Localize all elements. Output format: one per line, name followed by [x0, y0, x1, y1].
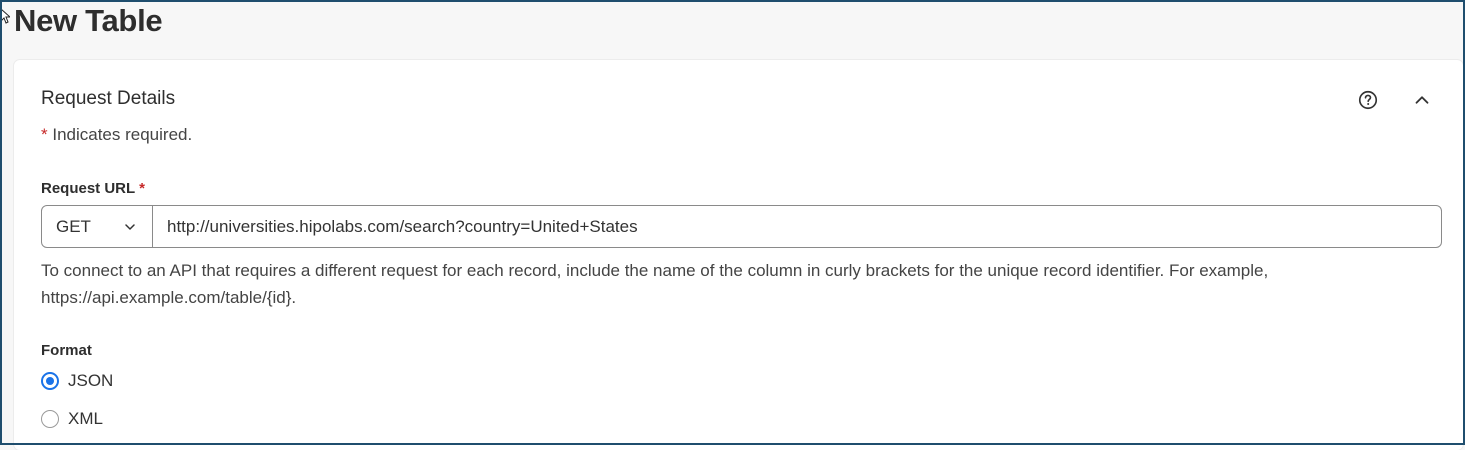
radio-selected-icon[interactable]: [41, 372, 59, 390]
request-url-required-star: *: [139, 180, 145, 197]
request-url-group: GET: [41, 205, 1442, 248]
page-title: New Table: [14, 3, 163, 38]
mouse-cursor-icon: [0, 8, 10, 24]
request-url-hint: To connect to an API that requires a dif…: [41, 261, 1269, 307]
format-option-label: XML: [68, 409, 103, 428]
format-label: Format: [41, 342, 92, 359]
request-details-card: Request Details * Indicates required. Re…: [14, 60, 1463, 450]
http-method-select[interactable]: GET: [42, 206, 153, 247]
help-circle-icon[interactable]: [1357, 89, 1379, 111]
format-option-label: JSON: [68, 371, 114, 390]
request-url-label: Request URL *: [41, 180, 145, 197]
format-option-json[interactable]: JSON: [41, 371, 113, 391]
section-title: Request Details: [41, 88, 176, 109]
format-option-xml[interactable]: XML: [41, 409, 103, 429]
radio-unselected-icon[interactable]: [41, 410, 59, 428]
chevron-down-icon: [125, 223, 135, 230]
request-url-label-text: Request URL: [41, 180, 135, 197]
http-method-value: GET: [56, 216, 91, 236]
required-note: * Indicates required.: [41, 125, 192, 145]
request-url-input[interactable]: [153, 206, 1441, 247]
required-note-text: Indicates required.: [47, 125, 193, 144]
required-star: *: [41, 125, 48, 144]
chevron-up-icon[interactable]: [1411, 89, 1433, 111]
